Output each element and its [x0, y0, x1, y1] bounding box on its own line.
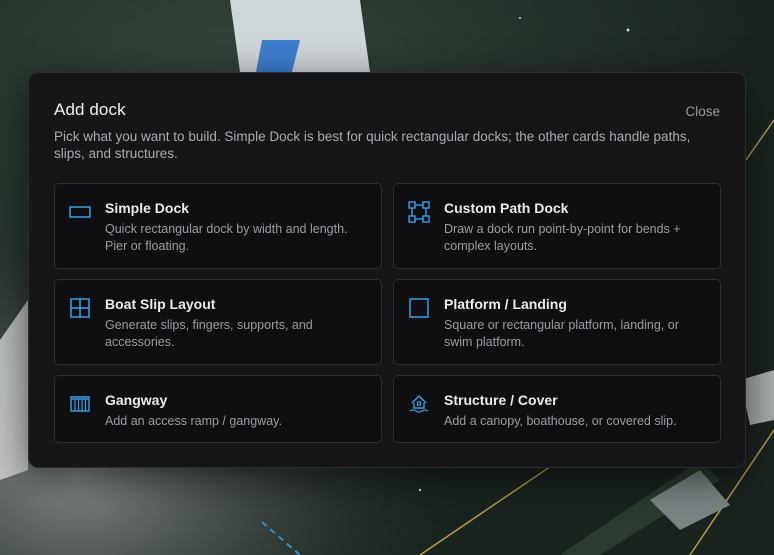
custom-path-dock-card[interactable]: Custom Path Dock Draw a dock run point-b…	[393, 183, 721, 269]
card-description: Square or rectangular platform, landing,…	[444, 318, 679, 349]
gangway-icon	[69, 393, 91, 415]
gangway-card[interactable]: Gangway Add an access ramp / gangway.	[54, 375, 382, 443]
simple-dock-card[interactable]: Simple Dock Quick rectangular dock by wi…	[54, 183, 382, 269]
card-title: Platform / Landing	[444, 296, 567, 312]
card-title: Simple Dock	[105, 200, 190, 216]
square-icon	[408, 297, 430, 319]
card-title: Structure / Cover	[444, 392, 558, 408]
card-description: Add a canopy, boathouse, or covered slip…	[444, 414, 677, 428]
platform-landing-card[interactable]: Platform / Landing Square or rectangular…	[393, 279, 721, 365]
rectangle-icon	[69, 201, 91, 223]
dialog-description: Pick what you want to build. Simple Dock…	[54, 129, 691, 161]
card-description: Quick rectangular dock by width and leng…	[105, 222, 348, 253]
card-title: Gangway	[105, 392, 168, 408]
boat-slip-layout-card[interactable]: Boat Slip Layout Generate slips, fingers…	[54, 279, 382, 365]
close-button[interactable]: Close	[685, 104, 720, 119]
dialog-title: Add dock	[54, 100, 126, 119]
grid-icon	[69, 297, 91, 319]
structure-cover-card[interactable]: Structure / Cover Add a canopy, boathous…	[393, 375, 721, 443]
boathouse-icon	[408, 393, 430, 415]
card-title: Boat Slip Layout	[105, 296, 216, 312]
card-description: Add an access ramp / gangway.	[105, 414, 282, 428]
path-nodes-icon	[408, 201, 430, 223]
card-description: Draw a dock run point-by-point for bends…	[444, 222, 681, 253]
card-title: Custom Path Dock	[444, 200, 569, 216]
add-dock-dialog: Add dock Close Pick what you want to bui…	[28, 72, 746, 468]
card-description: Generate slips, fingers, supports, and a…	[105, 318, 313, 349]
